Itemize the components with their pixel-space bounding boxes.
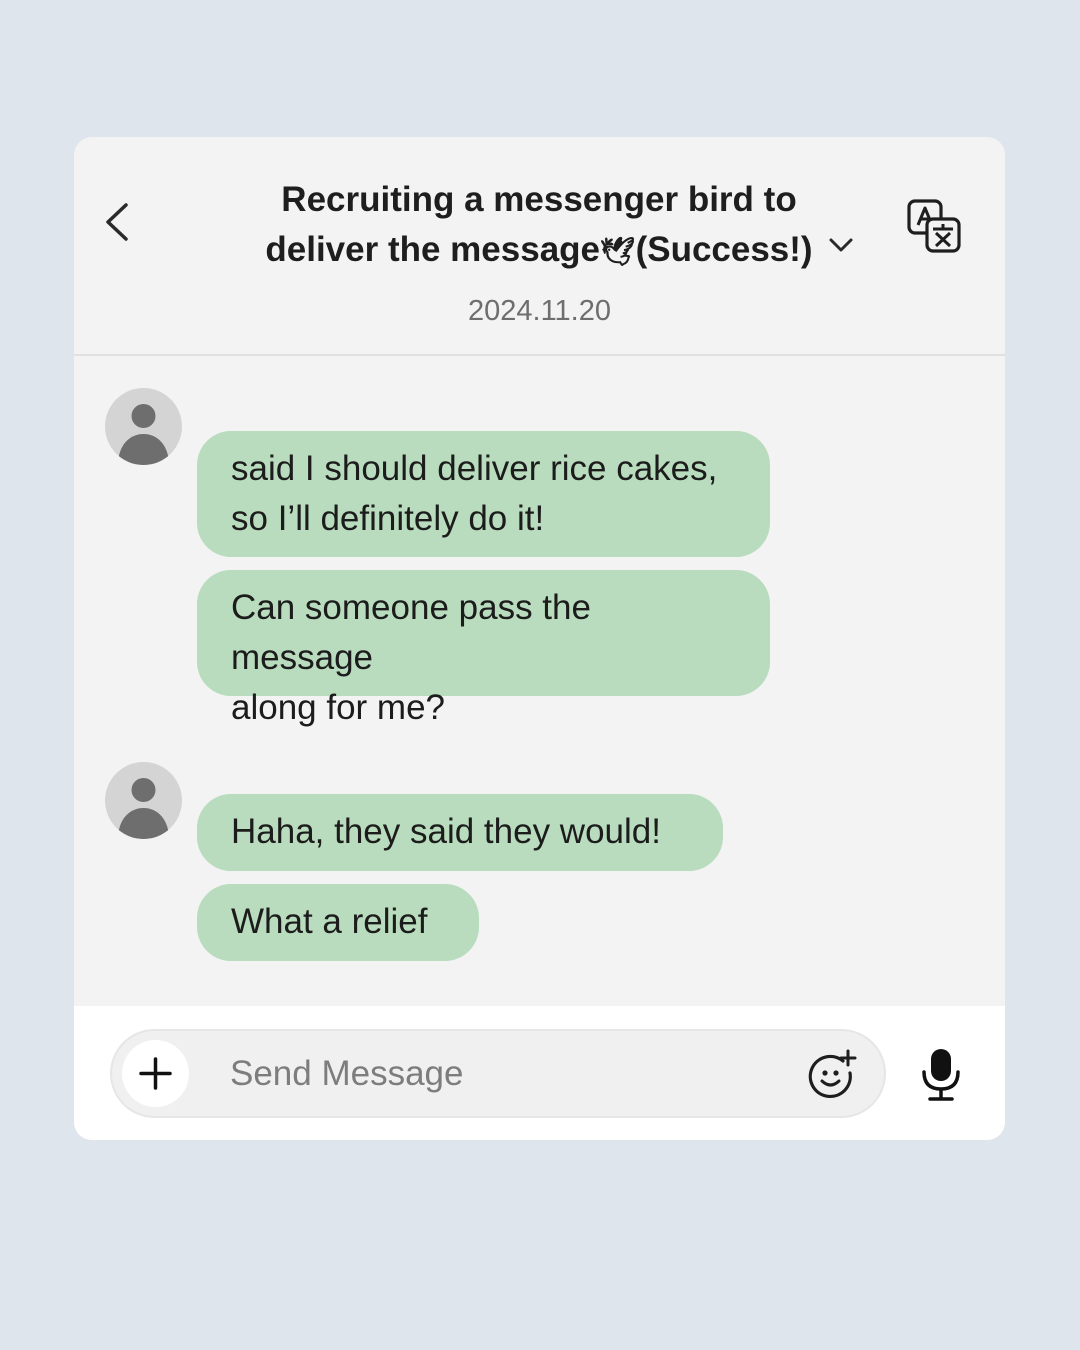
chat-date: 2024.11.20 <box>468 295 611 327</box>
message-bubble[interactable]: What a relief <box>197 884 479 961</box>
message-bubble[interactable]: Can someone pass the message along for m… <box>197 570 770 727</box>
chevron-down-icon <box>829 238 853 252</box>
chat-window: Recruiting a messenger bird to deliver t… <box>74 137 1005 1140</box>
avatar[interactable] <box>105 762 182 839</box>
plus-icon <box>139 1057 172 1090</box>
chat-title-line-2: deliver the message <box>265 230 601 269</box>
chat-title-suffix: (Success!) <box>635 230 813 269</box>
message-composer <box>74 1006 1005 1140</box>
microphone-icon <box>922 1049 960 1101</box>
message-text-line: What a relief <box>231 902 428 941</box>
message-bubble[interactable]: said I should deliver rice cakes, so I’l… <box>197 431 770 557</box>
message-text-line: so I’ll definitely do it! <box>231 499 545 538</box>
message-text-line: Can someone pass the message <box>231 588 591 677</box>
person-icon <box>118 778 169 839</box>
translate-icon <box>907 199 961 253</box>
chat-title-line-1: Recruiting a messenger bird to <box>281 180 797 219</box>
avatar[interactable] <box>105 388 182 465</box>
emoji-add-icon <box>808 1049 857 1098</box>
chevron-left-icon <box>106 203 128 241</box>
person-icon <box>118 404 169 465</box>
add-attachment-button[interactable] <box>122 1040 189 1107</box>
message-input-container <box>110 1029 886 1118</box>
voice-input-button[interactable] <box>917 1046 965 1102</box>
back-button[interactable] <box>98 197 138 247</box>
title-dropdown-button[interactable] <box>826 233 856 257</box>
message-text-line: said I should deliver rice cakes, <box>231 449 718 488</box>
message-bubble[interactable]: Haha, they said they would! <box>197 794 723 871</box>
emoji-button[interactable] <box>806 1049 858 1101</box>
message-text-line: Haha, they said they would! <box>231 812 661 851</box>
message-input[interactable] <box>230 1031 790 1116</box>
dove-emoji: 🕊 <box>600 236 636 267</box>
chat-header: Recruiting a messenger bird to deliver t… <box>74 137 1005 356</box>
chat-title: Recruiting a messenger bird to deliver t… <box>224 175 854 277</box>
translate-button[interactable] <box>905 197 963 255</box>
message-text-line: along for me? <box>231 688 446 727</box>
